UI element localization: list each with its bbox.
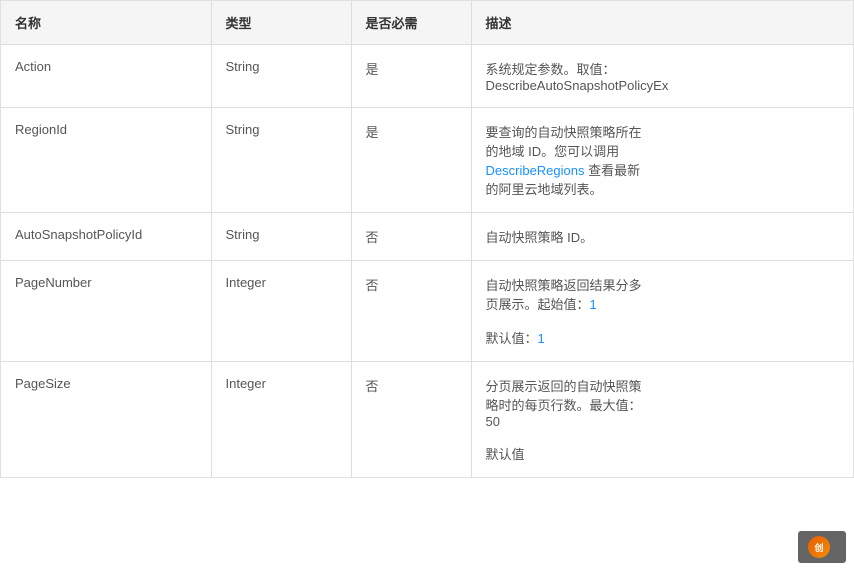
param-desc: 分页展示返回的自动快照策略时的每页行数。最大值：50默认值 bbox=[471, 362, 853, 478]
param-name: Action bbox=[1, 45, 211, 108]
param-desc: 自动快照策略 ID。 bbox=[471, 213, 853, 261]
param-required: 是 bbox=[351, 108, 471, 213]
param-required: 否 bbox=[351, 213, 471, 261]
start-value: 1 bbox=[590, 297, 597, 312]
param-name: AutoSnapshotPolicyId bbox=[1, 213, 211, 261]
param-name: PageSize bbox=[1, 362, 211, 478]
param-type: Integer bbox=[211, 362, 351, 478]
table-row: PageSizeInteger否分页展示返回的自动快照策略时的每页行数。最大值：… bbox=[1, 362, 853, 478]
table-header-row: 名称 类型 是否必需 描述 bbox=[1, 1, 853, 45]
param-required: 否 bbox=[351, 261, 471, 362]
api-params-table: 名称 类型 是否必需 描述 ActionString是系统规定参数。取值：Des… bbox=[0, 0, 854, 478]
param-type: String bbox=[211, 45, 351, 108]
param-type: String bbox=[211, 108, 351, 213]
header-name: 名称 bbox=[1, 1, 211, 45]
param-desc: 自动快照策略返回结果分多页展示。起始值：1默认值：1 bbox=[471, 261, 853, 362]
watermark-logo: 创 bbox=[808, 536, 830, 558]
header-desc: 描述 bbox=[471, 1, 853, 45]
describe-regions-link[interactable]: DescribeRegions bbox=[486, 163, 585, 178]
table-row: PageNumberInteger否自动快照策略返回结果分多页展示。起始值：1默… bbox=[1, 261, 853, 362]
header-required: 是否必需 bbox=[351, 1, 471, 45]
param-required: 否 bbox=[351, 362, 471, 478]
param-desc: 要查询的自动快照策略所在的地域 ID。您可以调用DescribeRegions … bbox=[471, 108, 853, 213]
header-type: 类型 bbox=[211, 1, 351, 45]
param-name: RegionId bbox=[1, 108, 211, 213]
default-value: 1 bbox=[538, 331, 545, 346]
param-type: Integer bbox=[211, 261, 351, 362]
watermark: 创 bbox=[798, 531, 846, 563]
param-name: PageNumber bbox=[1, 261, 211, 362]
table-row: RegionIdString是要查询的自动快照策略所在的地域 ID。您可以调用D… bbox=[1, 108, 853, 213]
param-desc: 系统规定参数。取值：DescribeAutoSnapshotPolicyEx bbox=[471, 45, 853, 108]
table-row: AutoSnapshotPolicyIdString否自动快照策略 ID。 bbox=[1, 213, 853, 261]
table-row: ActionString是系统规定参数。取值：DescribeAutoSnaps… bbox=[1, 45, 853, 108]
param-required: 是 bbox=[351, 45, 471, 108]
param-type: String bbox=[211, 213, 351, 261]
